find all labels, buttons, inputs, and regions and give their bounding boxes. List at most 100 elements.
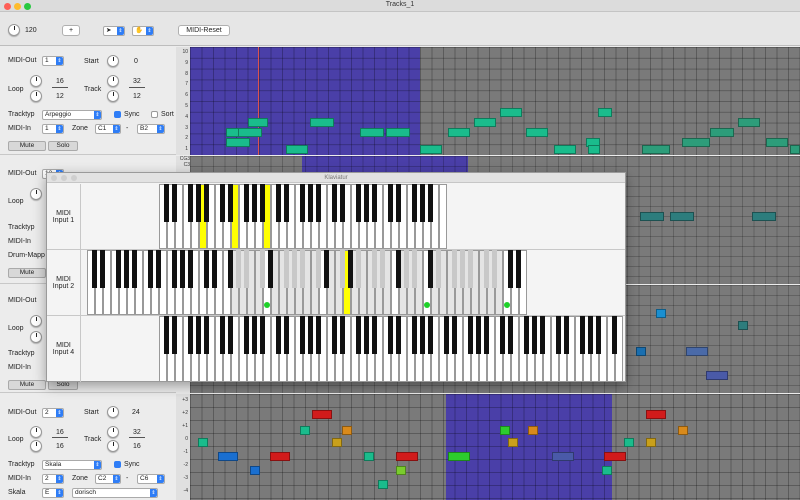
note[interactable] — [602, 466, 612, 475]
note[interactable] — [198, 438, 208, 447]
black-key[interactable] — [356, 184, 361, 222]
note[interactable] — [682, 138, 710, 147]
black-key[interactable] — [188, 250, 193, 288]
note[interactable] — [678, 426, 688, 435]
black-key[interactable] — [172, 316, 177, 355]
black-key[interactable] — [412, 250, 417, 288]
black-key[interactable] — [220, 184, 225, 222]
black-key[interactable] — [348, 250, 353, 288]
note[interactable] — [248, 118, 268, 127]
black-key[interactable] — [476, 316, 481, 355]
black-key[interactable] — [164, 184, 169, 222]
note[interactable] — [226, 138, 250, 147]
mute-button[interactable]: Mute — [8, 141, 46, 151]
note[interactable] — [270, 452, 290, 461]
black-key[interactable] — [508, 316, 513, 355]
hand-tool-select[interactable]: ✋ ⇕ — [132, 26, 154, 36]
note[interactable] — [646, 410, 666, 419]
black-key[interactable] — [484, 316, 489, 355]
note[interactable] — [396, 452, 418, 461]
black-key[interactable] — [500, 316, 505, 355]
start-knob[interactable] — [107, 55, 119, 67]
note[interactable] — [448, 452, 470, 461]
black-key[interactable] — [316, 184, 321, 222]
note[interactable] — [624, 438, 634, 447]
track-den-knob[interactable] — [107, 440, 119, 452]
black-key[interactable] — [340, 184, 345, 222]
loop-num-knob[interactable] — [30, 426, 42, 438]
black-key[interactable] — [100, 250, 105, 288]
black-key[interactable] — [484, 250, 489, 288]
loop-knob[interactable] — [30, 315, 42, 327]
note[interactable] — [552, 452, 574, 461]
black-key[interactable] — [428, 316, 433, 355]
black-key[interactable] — [284, 316, 289, 355]
note[interactable] — [670, 212, 694, 221]
black-key[interactable] — [388, 184, 393, 222]
loop-den-knob[interactable] — [30, 331, 42, 343]
black-key[interactable] — [212, 250, 217, 288]
note[interactable] — [528, 426, 538, 435]
black-key[interactable] — [228, 184, 233, 222]
black-key[interactable] — [396, 250, 401, 288]
white-key[interactable] — [439, 184, 447, 249]
black-key[interactable] — [172, 184, 177, 222]
loop-den-knob[interactable] — [30, 90, 42, 102]
black-key[interactable] — [324, 250, 329, 288]
midi-in-select[interactable]: 1 ⇕ — [42, 124, 64, 134]
black-key[interactable] — [332, 184, 337, 222]
tempo-knob[interactable] — [8, 24, 20, 36]
black-key[interactable] — [196, 184, 201, 222]
skala-root-select[interactable]: E ⇕ — [42, 488, 64, 498]
black-key[interactable] — [148, 250, 153, 288]
note[interactable] — [386, 128, 410, 137]
black-key[interactable] — [420, 316, 425, 355]
black-key[interactable] — [356, 316, 361, 355]
zone-from-select[interactable]: C2 ⇕ — [95, 474, 121, 484]
black-key[interactable] — [308, 316, 313, 355]
zone-from-select[interactable]: C1 ⇕ — [95, 124, 121, 134]
black-key[interactable] — [132, 250, 137, 288]
black-key[interactable] — [372, 184, 377, 222]
note[interactable] — [218, 452, 238, 461]
note[interactable] — [500, 108, 522, 117]
black-key[interactable] — [260, 250, 265, 288]
midi-out-select[interactable]: 2 ⇕ — [42, 408, 64, 418]
mute-button[interactable]: Mute — [8, 268, 46, 278]
black-key[interactable] — [452, 250, 457, 288]
note[interactable] — [738, 118, 760, 127]
black-key[interactable] — [388, 316, 393, 355]
black-key[interactable] — [92, 250, 97, 288]
tracktyp-select[interactable]: Skala ⇕ — [42, 460, 102, 470]
solo-button[interactable]: Solo — [48, 141, 78, 151]
note[interactable] — [588, 145, 600, 154]
note[interactable] — [598, 108, 612, 117]
note[interactable] — [752, 212, 776, 221]
track-num-knob[interactable] — [107, 426, 119, 438]
black-key[interactable] — [276, 184, 281, 222]
note[interactable] — [364, 452, 374, 461]
black-key[interactable] — [396, 316, 401, 355]
note[interactable] — [250, 466, 260, 475]
black-key[interactable] — [588, 316, 593, 355]
black-key[interactable] — [580, 316, 585, 355]
black-key[interactable] — [284, 250, 289, 288]
note[interactable] — [238, 128, 262, 137]
black-key[interactable] — [260, 316, 265, 355]
note[interactable] — [396, 466, 406, 475]
minimize-window-button[interactable] — [61, 175, 67, 181]
note[interactable] — [378, 480, 388, 489]
note[interactable] — [636, 347, 646, 356]
note[interactable] — [642, 145, 670, 154]
black-key[interactable] — [164, 316, 169, 355]
add-track-button[interactable]: + — [62, 25, 80, 36]
black-key[interactable] — [196, 316, 201, 355]
black-key[interactable] — [452, 316, 457, 355]
black-key[interactable] — [364, 316, 369, 355]
black-key[interactable] — [244, 250, 249, 288]
black-key[interactable] — [340, 250, 345, 288]
black-key[interactable] — [428, 184, 433, 222]
start-knob[interactable] — [107, 406, 119, 418]
black-key[interactable] — [380, 250, 385, 288]
black-key[interactable] — [268, 250, 273, 288]
